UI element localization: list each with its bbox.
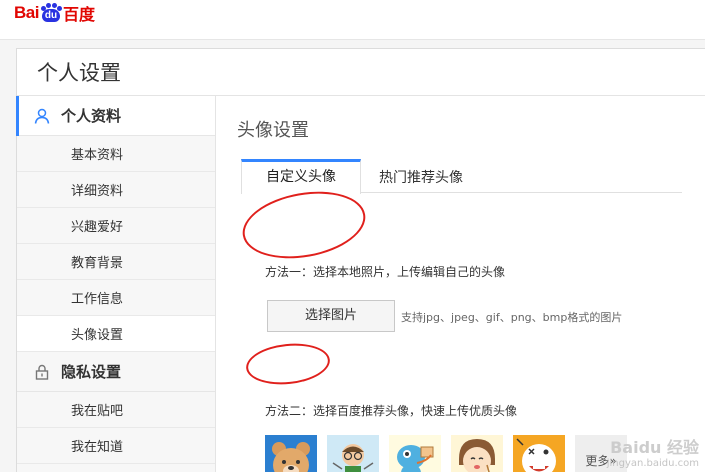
sidebar-item-avatar-settings[interactable]: 头像设置 (17, 316, 215, 352)
orange-face-avatar-icon[interactable] (513, 435, 565, 472)
bear-avatar-icon[interactable] (265, 435, 317, 472)
page-title: 个人设置 (37, 61, 121, 85)
choose-image-button[interactable]: 选择图片 (267, 300, 395, 332)
paw-icon: du (40, 3, 62, 22)
girl-eating-avatar-icon[interactable] (451, 435, 503, 472)
watermark: Baidu 经验 jingyan.baidu.com (607, 434, 699, 469)
lock-icon (33, 363, 51, 381)
sidebar-item-detailed-info[interactable]: 详细资料 (17, 172, 215, 208)
tab-custom-avatar[interactable]: 自定义头像 (241, 159, 361, 194)
sidebar-section-privacy[interactable]: 隐私设置 (17, 352, 215, 392)
panel-header: 个人设置 (17, 49, 705, 96)
glasses-boy-avatar-icon[interactable] (327, 435, 379, 472)
logo-text-bai: Bai (14, 3, 39, 22)
settings-panel: 个人设置 个人资料 基本资料 详细资料 兴趣爱好 教育背景 工作信息 头像设置 … (16, 48, 705, 472)
sidebar-section-profile[interactable]: 个人资料 (16, 96, 215, 136)
watermark-sub: jingyan.baidu.com (606, 458, 699, 469)
top-bar: Bai du 百度 (0, 0, 705, 40)
user-icon (33, 107, 51, 125)
sidebar-item-education[interactable]: 教育背景 (17, 244, 215, 280)
method-two-text: 方法二：选择百度推荐头像，快速上传优质头像 (265, 404, 518, 418)
avatar-tabs: 自定义头像 热门推荐头像 (241, 159, 682, 194)
baidu-logo[interactable]: Bai du 百度 (14, 3, 95, 24)
method-one-text: 方法一：选择本地照片，上传编辑自己的头像 (265, 265, 506, 279)
sidebar-item-tieba[interactable]: 我在贴吧 (17, 392, 215, 428)
section-title: 头像设置 (237, 120, 309, 141)
sidebar-item-hobbies[interactable]: 兴趣爱好 (17, 208, 215, 244)
sidebar-item-zhidao[interactable]: 我在知道 (17, 428, 215, 464)
tab-recommended-avatar[interactable]: 热门推荐头像 (361, 159, 481, 193)
sidebar-item-work-info[interactable]: 工作信息 (17, 280, 215, 316)
watermark-main: Baidu 经验 (610, 438, 699, 457)
avatar-settings-content: 头像设置 自定义头像 热门推荐头像 方法一：选择本地照片，上传编辑自己的头像 选… (217, 96, 705, 472)
sidebar-item-basic-info[interactable]: 基本资料 (17, 136, 215, 172)
sidebar-section-label: 个人资料 (61, 107, 122, 125)
sidebar: 个人资料 基本资料 详细资料 兴趣爱好 教育背景 工作信息 头像设置 隐私设置 … (16, 96, 216, 472)
recommended-avatars: 更多» (265, 435, 627, 472)
sidebar-section-label: 隐私设置 (61, 363, 122, 381)
supported-formats-text: 支持jpg、jpeg、gif、png、bmp格式的图片 (401, 311, 623, 324)
logo-text-cn: 百度 (62, 5, 95, 24)
blue-creature-avatar-icon[interactable] (389, 435, 441, 472)
